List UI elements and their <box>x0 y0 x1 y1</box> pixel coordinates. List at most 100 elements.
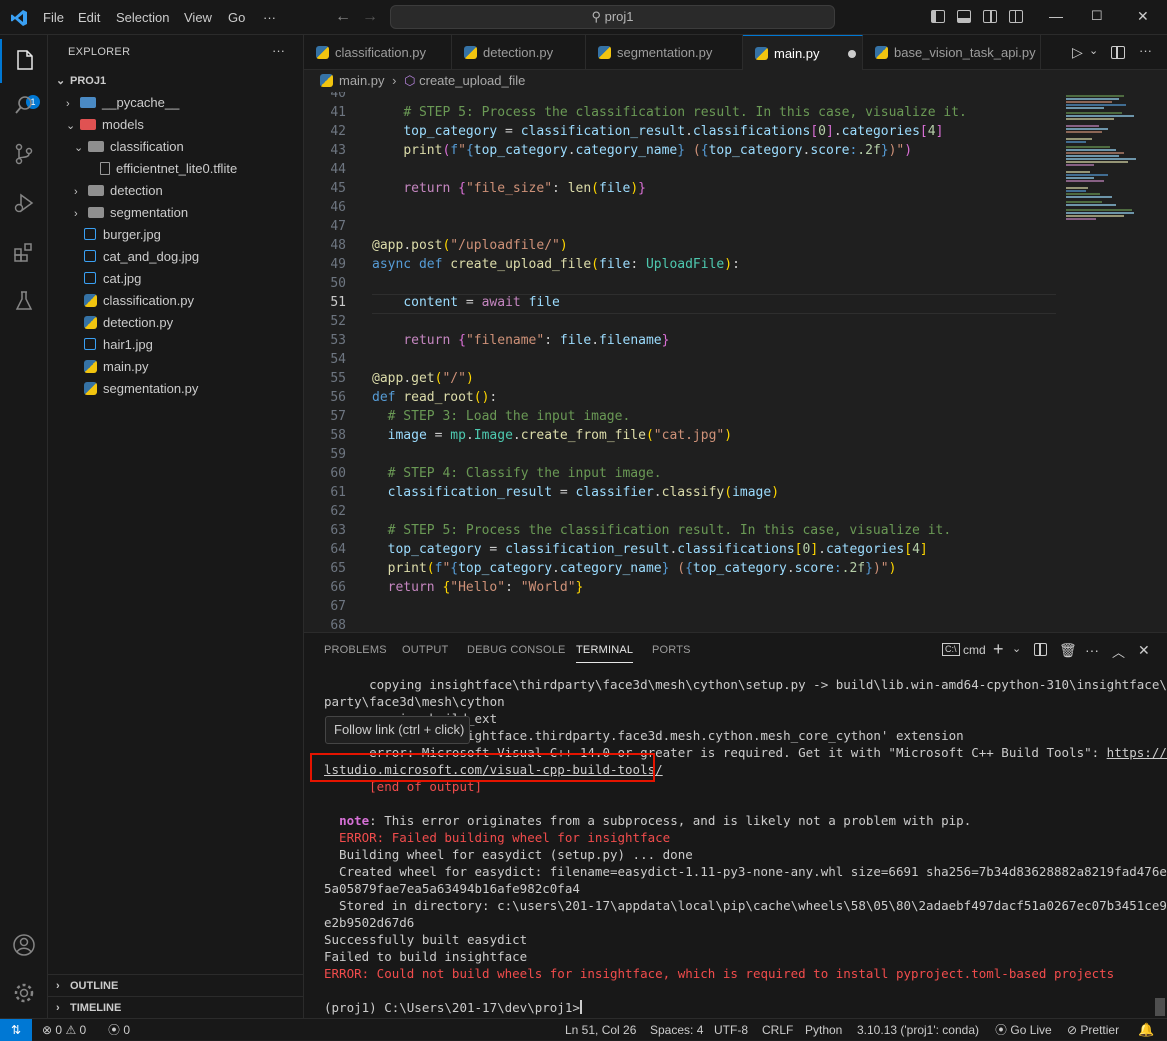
minimize-icon[interactable]: — <box>1049 8 1063 24</box>
run-file-icon[interactable]: ▷ <box>1072 44 1083 61</box>
explorer-more-actions[interactable]: ··· <box>272 43 285 58</box>
maximize-panel-icon[interactable]: ︿ <box>1112 642 1125 661</box>
tree-item-tflite[interactable]: efficientnet_lite0.tflite <box>100 158 237 180</box>
terminal-line: ERROR: Failed building wheel for insight… <box>324 830 671 845</box>
tab-detection-py[interactable]: detection.py <box>452 35 586 70</box>
tree-item-pycache[interactable]: › __pycache__ <box>66 92 179 114</box>
notifications-bell-icon[interactable]: 🔔 <box>1138 1019 1154 1041</box>
tree-item-models[interactable]: ⌄ models <box>66 114 144 136</box>
toggle-primary-sidebar-icon[interactable] <box>931 10 945 23</box>
terminal-link[interactable]: https://visua <box>1107 745 1167 760</box>
tree-item-classification-folder[interactable]: ⌄ classification <box>74 136 184 158</box>
problems-indicator[interactable]: ⊗ 0 ⚠ 0 <box>42 1019 86 1041</box>
line-ending[interactable]: CRLF <box>762 1019 793 1041</box>
code-line: return {"Hello": "World"} <box>387 580 584 595</box>
unsaved-dot-icon[interactable] <box>847 50 856 58</box>
folder-open-icon <box>88 141 104 152</box>
prettier-button[interactable]: ⊘ Prettier <box>1067 1019 1119 1041</box>
python-file-icon <box>84 294 97 307</box>
line-number: 52 <box>330 314 346 329</box>
menu-selection[interactable]: Selection <box>116 10 169 25</box>
tree-item-segmentation-py[interactable]: segmentation.py <box>84 378 198 400</box>
panel-tab-terminal[interactable]: TERMINAL <box>576 644 634 663</box>
terminal-line: copying insightface\thirdparty\face3d\me… <box>324 677 1167 692</box>
editor-more-actions[interactable]: ··· <box>1139 43 1152 58</box>
python-interpreter[interactable]: 3.10.13 ('proj1': conda) <box>857 1019 979 1041</box>
panel-tab-debug-console[interactable]: DEBUG CONSOLE <box>467 644 566 656</box>
menu-more[interactable]: ··· <box>263 10 276 25</box>
chevron-down-icon[interactable]: ⌄ <box>1089 44 1098 57</box>
explorer-icon[interactable] <box>0 39 48 83</box>
tree-item-main-py[interactable]: main.py <box>84 356 149 378</box>
run-debug-icon[interactable] <box>0 181 48 225</box>
customize-layout-icon[interactable] <box>1009 10 1023 23</box>
menu-edit[interactable]: Edit <box>78 10 100 25</box>
panel-tab-ports[interactable]: PORTS <box>652 644 691 656</box>
panel-tab-output[interactable]: OUTPUT <box>402 644 448 656</box>
indentation[interactable]: Spaces: 4 <box>650 1019 703 1041</box>
toggle-secondary-sidebar-icon[interactable] <box>983 10 997 23</box>
terminal-shell-name[interactable]: cmd <box>963 643 986 657</box>
tree-item-label: hair1.jpg <box>103 337 153 352</box>
tree-item-detection-folder[interactable]: › detection <box>74 180 163 202</box>
breadcrumb-symbol[interactable]: create_upload_file <box>419 73 525 88</box>
line-number: 55 <box>330 371 346 386</box>
search-view-icon[interactable] <box>0 83 48 127</box>
trash-icon[interactable]: 🗑 <box>1059 642 1077 659</box>
command-center-search[interactable]: ⚲ proj1 <box>390 5 835 29</box>
tree-item-cat-and-dog[interactable]: cat_and_dog.jpg <box>84 246 199 268</box>
testing-flask-icon[interactable] <box>0 279 48 323</box>
terminal-scrollbar[interactable] <box>1155 998 1165 1016</box>
terminal-line: Created wheel for easydict: filename=eas… <box>324 864 1167 879</box>
new-terminal-plus-icon[interactable]: + <box>993 639 1004 660</box>
tab-classification-py[interactable]: classification.py <box>304 35 452 70</box>
timeline-section[interactable]: › TIMELINE <box>48 996 303 1018</box>
tab-main-py[interactable]: main.py <box>743 35 863 70</box>
tree-root-proj1[interactable]: ⌄ PROJ1 <box>56 70 106 92</box>
remote-indicator-icon[interactable]: ⇅ <box>0 1019 32 1041</box>
tree-item-label: detection.py <box>103 315 174 330</box>
tree-item-segmentation-folder[interactable]: › segmentation <box>74 202 188 224</box>
tree-item-hair1[interactable]: hair1.jpg <box>84 334 153 356</box>
code-line: return {"filename": file.filename} <box>403 333 670 348</box>
accounts-icon[interactable] <box>0 923 48 967</box>
minimap[interactable] <box>1064 92 1154 242</box>
ports-indicator[interactable]: ⦿ 0 <box>108 1019 130 1041</box>
terminal-icon: C:\ <box>942 643 960 656</box>
code-editor[interactable]: 40 41 42 43 44 45 46 47 48 49 50 51 52 53 54 55 56 57 58 59… <box>304 92 1167 632</box>
menu-file[interactable]: File <box>43 10 64 25</box>
close-window-icon[interactable]: ✕ <box>1137 8 1149 25</box>
breadcrumb-file[interactable]: main.py <box>339 73 385 88</box>
settings-gear-icon[interactable] <box>0 971 48 1015</box>
tree-item-cat[interactable]: cat.jpg <box>84 268 141 290</box>
panel-tab-problems[interactable]: PROBLEMS <box>324 644 387 656</box>
method-icon: ⬡ <box>404 73 416 88</box>
terminal-prompt[interactable]: (proj1) C:\Users\201-17\dev\proj1> <box>324 1000 582 1015</box>
tree-item-classification-py[interactable]: classification.py <box>84 290 194 312</box>
tree-item-label: classification <box>110 139 184 154</box>
tab-segmentation-py[interactable]: segmentation.py <box>586 35 743 70</box>
extensions-icon[interactable] <box>0 230 48 274</box>
cursor-position[interactable]: Ln 51, Col 26 <box>565 1019 636 1041</box>
panel-more-icon[interactable]: ··· <box>1085 642 1099 658</box>
toggle-panel-icon[interactable] <box>957 10 971 23</box>
split-editor-icon[interactable] <box>1111 46 1125 59</box>
forward-arrow-icon[interactable]: → <box>362 8 378 26</box>
close-panel-icon[interactable]: ✕ <box>1138 642 1150 659</box>
language-mode[interactable]: Python <box>805 1019 842 1041</box>
chevron-down-icon: ⌄ <box>66 120 76 132</box>
maximize-icon[interactable]: ☐ <box>1091 8 1103 24</box>
tab-base-vision-task-api-py[interactable]: base_vision_task_api.py <box>863 35 1041 70</box>
back-arrow-icon[interactable]: ← <box>335 8 351 26</box>
tree-item-burger[interactable]: burger.jpg <box>84 224 161 246</box>
outline-section[interactable]: › OUTLINE <box>48 974 303 996</box>
chevron-down-icon[interactable]: ⌄ <box>1012 642 1021 655</box>
source-control-icon[interactable] <box>0 132 48 176</box>
tree-item-detection-py[interactable]: detection.py <box>84 312 173 334</box>
encoding[interactable]: UTF-8 <box>714 1019 748 1041</box>
python-file-icon <box>598 46 611 59</box>
menu-view[interactable]: View <box>184 10 212 25</box>
go-live-button[interactable]: ⦿ Go Live <box>995 1019 1052 1041</box>
menu-go[interactable]: Go <box>228 10 245 25</box>
split-terminal-icon[interactable] <box>1034 643 1047 656</box>
